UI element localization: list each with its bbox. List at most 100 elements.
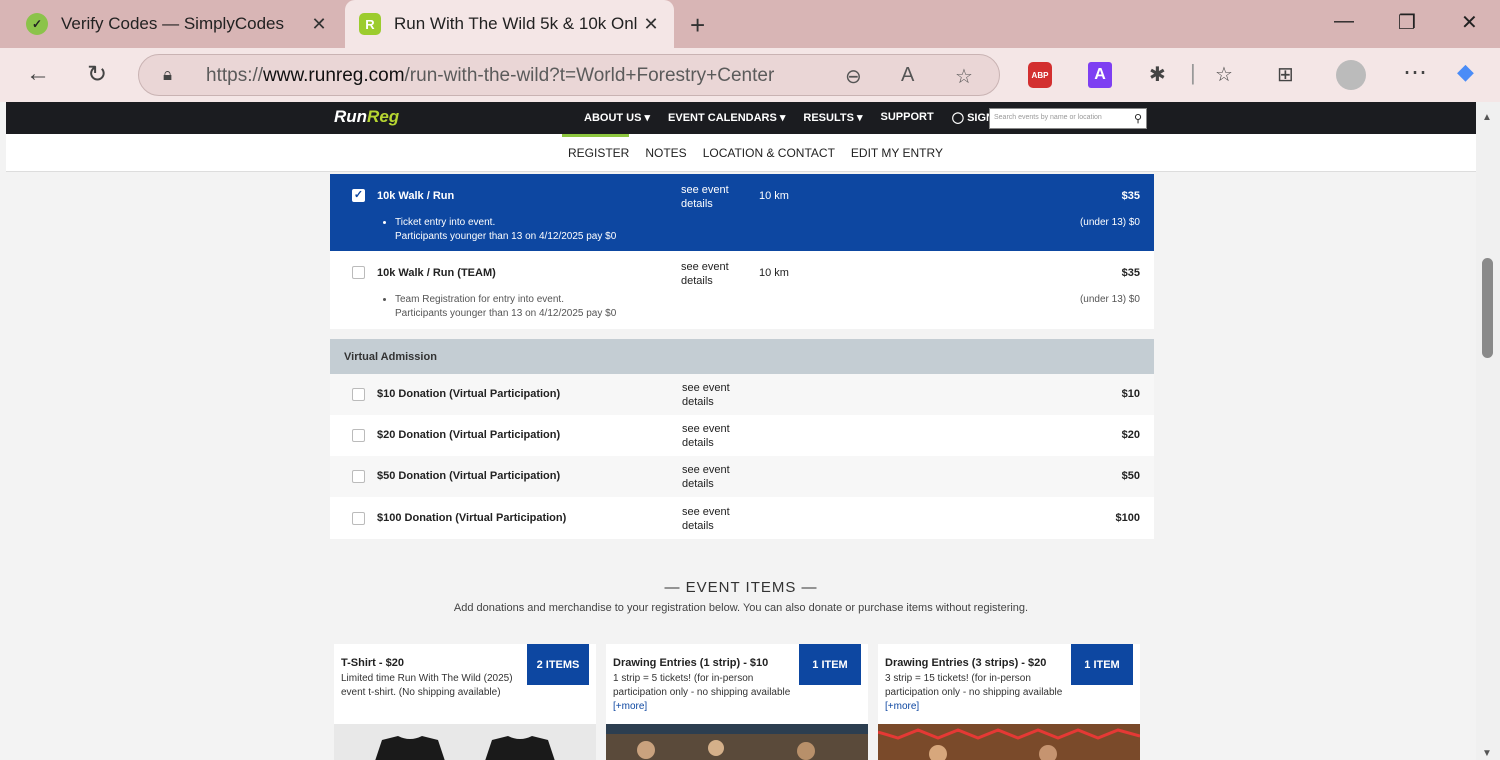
copilot-icon[interactable]: ◆ [1457, 59, 1474, 85]
tshirt-image [334, 724, 596, 760]
drawing-photo [878, 724, 1140, 760]
browser-toolbar: ← ↻ 🔒︎ https://www.runreg.com/run-with-t… [0, 48, 1500, 102]
event-notes: Ticket entry into event. [382, 216, 495, 230]
favorites-list-icon[interactable]: ☆ [1215, 62, 1233, 87]
scroll-up-arrow-icon[interactable]: ▲ [1482, 112, 1492, 123]
event-items-heading: — EVENT ITEMS — [664, 579, 818, 596]
event-name: 10k Walk / Run (TEAM) [377, 267, 496, 279]
extension-a-icon[interactable]: A [1088, 62, 1112, 88]
restore-icon[interactable]: ❐ [1398, 10, 1416, 35]
item-card-tshirt[interactable]: T-Shirt - $20 Limited time Run With The … [334, 644, 596, 760]
tab-notes[interactable]: NOTES [645, 146, 686, 160]
runreg-icon: R [359, 13, 381, 35]
see-event-details-link[interactable]: see event details [681, 183, 741, 211]
checkbox[interactable] [352, 429, 365, 442]
note-line: Participants younger than 13 on 4/12/202… [395, 231, 617, 242]
see-event-details-link[interactable]: see event details [682, 381, 742, 409]
minimize-icon[interactable]: — [1334, 10, 1354, 33]
item-card-drawing-3[interactable]: Drawing Entries (3 strips) - $20 3 strip… [878, 644, 1140, 760]
tab-title: Run With The Wild 5k & 10k Onli [394, 14, 638, 33]
checkbox[interactable] [352, 470, 365, 483]
tab-strip: ✓ Verify Codes — SimplyCodes ✕ R Run Wit… [0, 0, 1500, 48]
tab-edit-my-entry[interactable]: EDIT MY ENTRY [851, 146, 943, 160]
event-name: 10k Walk / Run [377, 190, 455, 202]
event-notes: Team Registration for entry into event. [382, 293, 564, 307]
favorite-star-icon[interactable]: ☆ [955, 64, 973, 89]
nav-about-us[interactable]: ABOUT US ▾ [584, 111, 650, 124]
toolbar-divider: | [1190, 60, 1196, 85]
event-name: $100 Donation (Virtual Participation) [377, 512, 567, 524]
simplycodes-icon: ✓ [26, 13, 48, 35]
item-count-button[interactable]: 1 ITEM [799, 644, 861, 685]
close-tab-icon[interactable]: ✕ [638, 14, 664, 35]
refresh-icon[interactable]: ↻ [87, 60, 107, 89]
close-tab-icon[interactable]: ✕ [306, 14, 332, 35]
search-icon[interactable]: ⚲ [1134, 112, 1142, 125]
tab-run-with-the-wild[interactable]: R Run With The Wild 5k & 10k Onli ✕ [345, 0, 674, 48]
web-page: RunReg ABOUT US ▾ EVENT CALENDARS ▾ RESU… [6, 102, 1476, 760]
back-icon[interactable]: ← [26, 60, 50, 88]
checkbox[interactable] [352, 512, 365, 525]
under-13-price: (under 13) $0 [1079, 294, 1140, 305]
new-tab-icon[interactable]: + [690, 10, 705, 41]
event-row-10k-team[interactable]: 10k Walk / Run (TEAM) see event details … [330, 251, 1154, 329]
virtual-row-10[interactable]: $10 Donation (Virtual Participation) see… [330, 374, 1154, 415]
tab-title: Verify Codes — SimplyCodes [61, 14, 284, 33]
extensions-puzzle-icon[interactable]: ✱ [1149, 62, 1166, 87]
virtual-row-20[interactable]: $20 Donation (Virtual Participation) see… [330, 415, 1154, 456]
item-count-button[interactable]: 1 ITEM [1071, 644, 1133, 685]
item-title: Drawing Entries (3 strips) - $20 [885, 657, 1047, 669]
item-description: 1 strip = 5 tickets! (for in-person part… [613, 673, 791, 712]
close-window-icon[interactable]: ✕ [1461, 10, 1478, 35]
event-distance: 10 km [759, 190, 789, 202]
nav-event-calendars[interactable]: EVENT CALENDARS ▾ [668, 111, 785, 124]
site-header: RunReg ABOUT US ▾ EVENT CALENDARS ▾ RESU… [6, 102, 1476, 134]
tab-location-contact[interactable]: LOCATION & CONTACT [703, 146, 835, 160]
checkbox[interactable] [352, 388, 365, 401]
address-bar[interactable]: 🔒︎ https://www.runreg.com/run-with-the-w… [138, 54, 1000, 96]
event-name: $10 Donation (Virtual Participation) [377, 388, 561, 400]
virtual-row-50[interactable]: $50 Donation (Virtual Participation) see… [330, 456, 1154, 497]
checkbox-checked[interactable]: ✓ [352, 189, 365, 202]
item-card-drawing-1[interactable]: Drawing Entries (1 strip) - $10 1 strip … [606, 644, 868, 760]
tab-verify-codes[interactable]: ✓ Verify Codes — SimplyCodes ✕ [12, 0, 342, 48]
see-event-details-link[interactable]: see event details [682, 505, 742, 533]
scroll-down-arrow-icon[interactable]: ▼ [1482, 748, 1492, 759]
event-price: $100 [1115, 512, 1140, 524]
event-price: $35 [1121, 190, 1140, 202]
profile-avatar[interactable] [1336, 60, 1366, 90]
see-event-details-link[interactable]: see event details [681, 260, 741, 288]
see-event-details-link[interactable]: see event details [682, 422, 742, 450]
drawing-photo [606, 724, 868, 760]
virtual-admission-heading: Virtual Admission [330, 339, 1154, 374]
event-list: ✓ 10k Walk / Run see event details 10 km… [330, 174, 1154, 329]
note-line: Ticket entry into event. [395, 216, 495, 230]
search-placeholder: Search events by name or location [994, 114, 1102, 121]
checkbox[interactable] [352, 266, 365, 279]
url-text[interactable]: https://www.runreg.com/run-with-the-wild… [206, 65, 774, 87]
event-row-10k[interactable]: ✓ 10k Walk / Run see event details 10 km… [330, 174, 1154, 251]
more-link[interactable]: [+more] [613, 701, 647, 712]
more-menu-icon[interactable]: ⋯ [1403, 58, 1427, 87]
virtual-row-100[interactable]: $100 Donation (Virtual Participation) se… [330, 497, 1154, 539]
event-price: $20 [1121, 429, 1140, 441]
read-aloud-icon[interactable]: A [901, 64, 914, 87]
item-count-button[interactable]: 2 ITEMS [527, 644, 589, 685]
event-price: $35 [1121, 267, 1140, 279]
tab-register[interactable]: REGISTER [568, 146, 629, 160]
nav-support[interactable]: SUPPORT [881, 111, 934, 124]
page-scrollbar[interactable]: ▲ ▼ [1476, 102, 1500, 760]
adblock-plus-icon[interactable]: ABP [1028, 62, 1052, 88]
more-link[interactable]: [+more] [885, 701, 919, 712]
zoom-out-icon[interactable]: ⊖ [845, 64, 862, 89]
see-event-details-link[interactable]: see event details [682, 463, 742, 491]
item-description: Limited time Run With The Wild (2025) ev… [341, 673, 513, 698]
event-name: $20 Donation (Virtual Participation) [377, 429, 561, 441]
site-search-input[interactable]: Search events by name or location ⚲ [989, 108, 1147, 129]
nav-results[interactable]: RESULTS ▾ [803, 111, 862, 124]
runreg-logo[interactable]: RunReg [334, 107, 399, 127]
collections-icon[interactable]: ⊞ [1277, 62, 1294, 87]
lock-icon[interactable]: 🔒︎ [163, 65, 172, 85]
note-line: Participants younger than 13 on 4/12/202… [395, 308, 617, 319]
scrollbar-thumb[interactable] [1482, 258, 1493, 358]
